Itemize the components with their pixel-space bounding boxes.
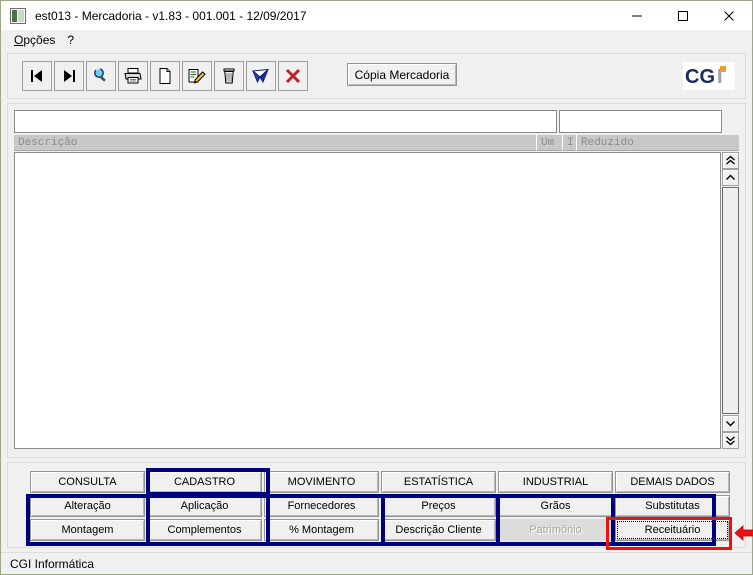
industrial-button[interactable]: INDUSTRIAL <box>498 471 613 493</box>
consulta-button[interactable]: CONSULTA <box>30 471 145 493</box>
scroll-down-button[interactable] <box>722 415 739 432</box>
alteracao-button[interactable]: Alteração <box>30 495 145 517</box>
client-area: Cópia Mercadoria CG I Descrição Um I Red… <box>1 50 753 552</box>
delete-button[interactable] <box>214 61 244 91</box>
toolbar-panel: Cópia Mercadoria CG I <box>7 53 746 99</box>
grid-vertical-scrollbar[interactable] <box>722 152 739 449</box>
demais-dados-button[interactable]: DEMAIS DADOS <box>615 471 730 493</box>
copia-mercadoria-button[interactable]: Cópia Mercadoria <box>347 63 457 86</box>
percent-montagem-button[interactable]: % Montagem <box>264 519 379 541</box>
menu-opcoes-rest: pções <box>23 33 56 47</box>
column-header-reduzido[interactable]: Reduzido <box>577 135 739 151</box>
window-title: est013 - Mercadoria - v1.83 - 001.001 - … <box>35 8 307 23</box>
complementos-button[interactable]: Complementos <box>147 519 262 541</box>
cancel-x-icon <box>284 67 302 85</box>
status-bar: CGI Informática <box>1 552 752 574</box>
maximize-button[interactable] <box>660 1 706 30</box>
column-header-descricao[interactable]: Descrição <box>14 135 537 151</box>
status-text: CGI Informática <box>10 556 95 571</box>
window-controls <box>614 1 752 30</box>
column-header-um[interactable]: Um <box>537 135 563 151</box>
navigation-button-panel: CONSULTA CADASTRO MOVIMENTO ESTATÍSTICA … <box>7 462 753 550</box>
fornecedores-button[interactable]: Fornecedores <box>264 495 379 517</box>
graos-button[interactable]: Grãos <box>498 495 613 517</box>
grid-header-row: Descrição Um I Reduzido <box>14 135 739 151</box>
new-document-button[interactable] <box>150 61 180 91</box>
last-record-button[interactable] <box>54 61 84 91</box>
app-icon <box>10 7 26 24</box>
montagem-button[interactable]: Montagem <box>30 519 145 541</box>
application-window: est013 - Mercadoria - v1.83 - 001.001 - … <box>0 0 753 575</box>
first-record-button[interactable] <box>22 61 52 91</box>
grid-panel: Descrição Um I Reduzido <box>7 103 746 458</box>
movimento-button[interactable]: MOVIMENTO <box>264 471 379 493</box>
cgi-logo: CG I <box>683 62 735 90</box>
descricao-cliente-button[interactable]: Descrição Cliente <box>381 519 496 541</box>
new-document-icon <box>157 67 173 85</box>
cadastro-button[interactable]: CADASTRO <box>147 471 262 493</box>
receituario-button[interactable]: Receituário <box>615 519 730 541</box>
send-icon <box>251 67 271 85</box>
filter-description-input[interactable] <box>14 110 557 133</box>
navigation-row-second: Alteração Aplicação Fornecedores Preços … <box>30 495 730 517</box>
send-button[interactable] <box>246 61 276 91</box>
navigation-row-categories: CONSULTA CADASTRO MOVIMENTO ESTATÍSTICA … <box>30 471 730 493</box>
left-arrow-annotation <box>734 524 753 542</box>
svg-text:CG: CG <box>685 66 715 88</box>
scroll-up-icon <box>725 173 736 182</box>
cancel-button[interactable] <box>278 61 308 91</box>
scroll-top-button[interactable] <box>722 152 739 169</box>
print-button[interactable] <box>118 61 148 91</box>
edit-button[interactable] <box>182 61 212 91</box>
minimize-button[interactable] <box>614 1 660 30</box>
title-bar: est013 - Mercadoria - v1.83 - 001.001 - … <box>1 1 752 30</box>
last-record-icon <box>60 68 78 84</box>
search-button[interactable] <box>86 61 116 91</box>
scroll-bottom-icon <box>725 435 736 446</box>
menu-item-opcoes[interactable]: Opções <box>8 32 61 48</box>
grid-body-wrapper <box>14 152 739 449</box>
toolbar-button-group <box>22 61 310 91</box>
edit-pencil-icon <box>187 67 207 85</box>
filter-reduzido-input[interactable] <box>559 110 722 133</box>
column-header-i[interactable]: I <box>563 135 577 151</box>
first-record-icon <box>28 68 46 84</box>
navigation-button-grid: CONSULTA CADASTRO MOVIMENTO ESTATÍSTICA … <box>30 471 730 541</box>
filter-row <box>14 110 739 133</box>
navigation-row-third: Montagem Complementos % Montagem Descriç… <box>30 519 730 541</box>
close-button[interactable] <box>706 1 752 30</box>
grid-body[interactable] <box>14 152 721 449</box>
menu-bar: Opções ? <box>1 30 752 50</box>
scroll-top-icon <box>725 155 736 166</box>
precos-button[interactable]: Preços <box>381 495 496 517</box>
menu-item-help[interactable]: ? <box>61 32 80 48</box>
scroll-up-button[interactable] <box>722 169 739 186</box>
patrimonio-button: Patrimônio <box>498 519 613 541</box>
substitutas-button[interactable]: Substitutas <box>615 495 730 517</box>
scroll-bottom-button[interactable] <box>722 432 739 449</box>
trash-icon <box>221 67 237 85</box>
search-icon <box>92 67 110 85</box>
aplicacao-button[interactable]: Aplicação <box>147 495 262 517</box>
scrollbar-trough[interactable] <box>722 187 739 414</box>
scroll-down-icon <box>725 419 736 428</box>
menu-opcoes-mnemonic: O <box>14 33 24 47</box>
estatistica-button[interactable]: ESTATÍSTICA <box>381 471 496 493</box>
print-icon <box>123 67 143 85</box>
